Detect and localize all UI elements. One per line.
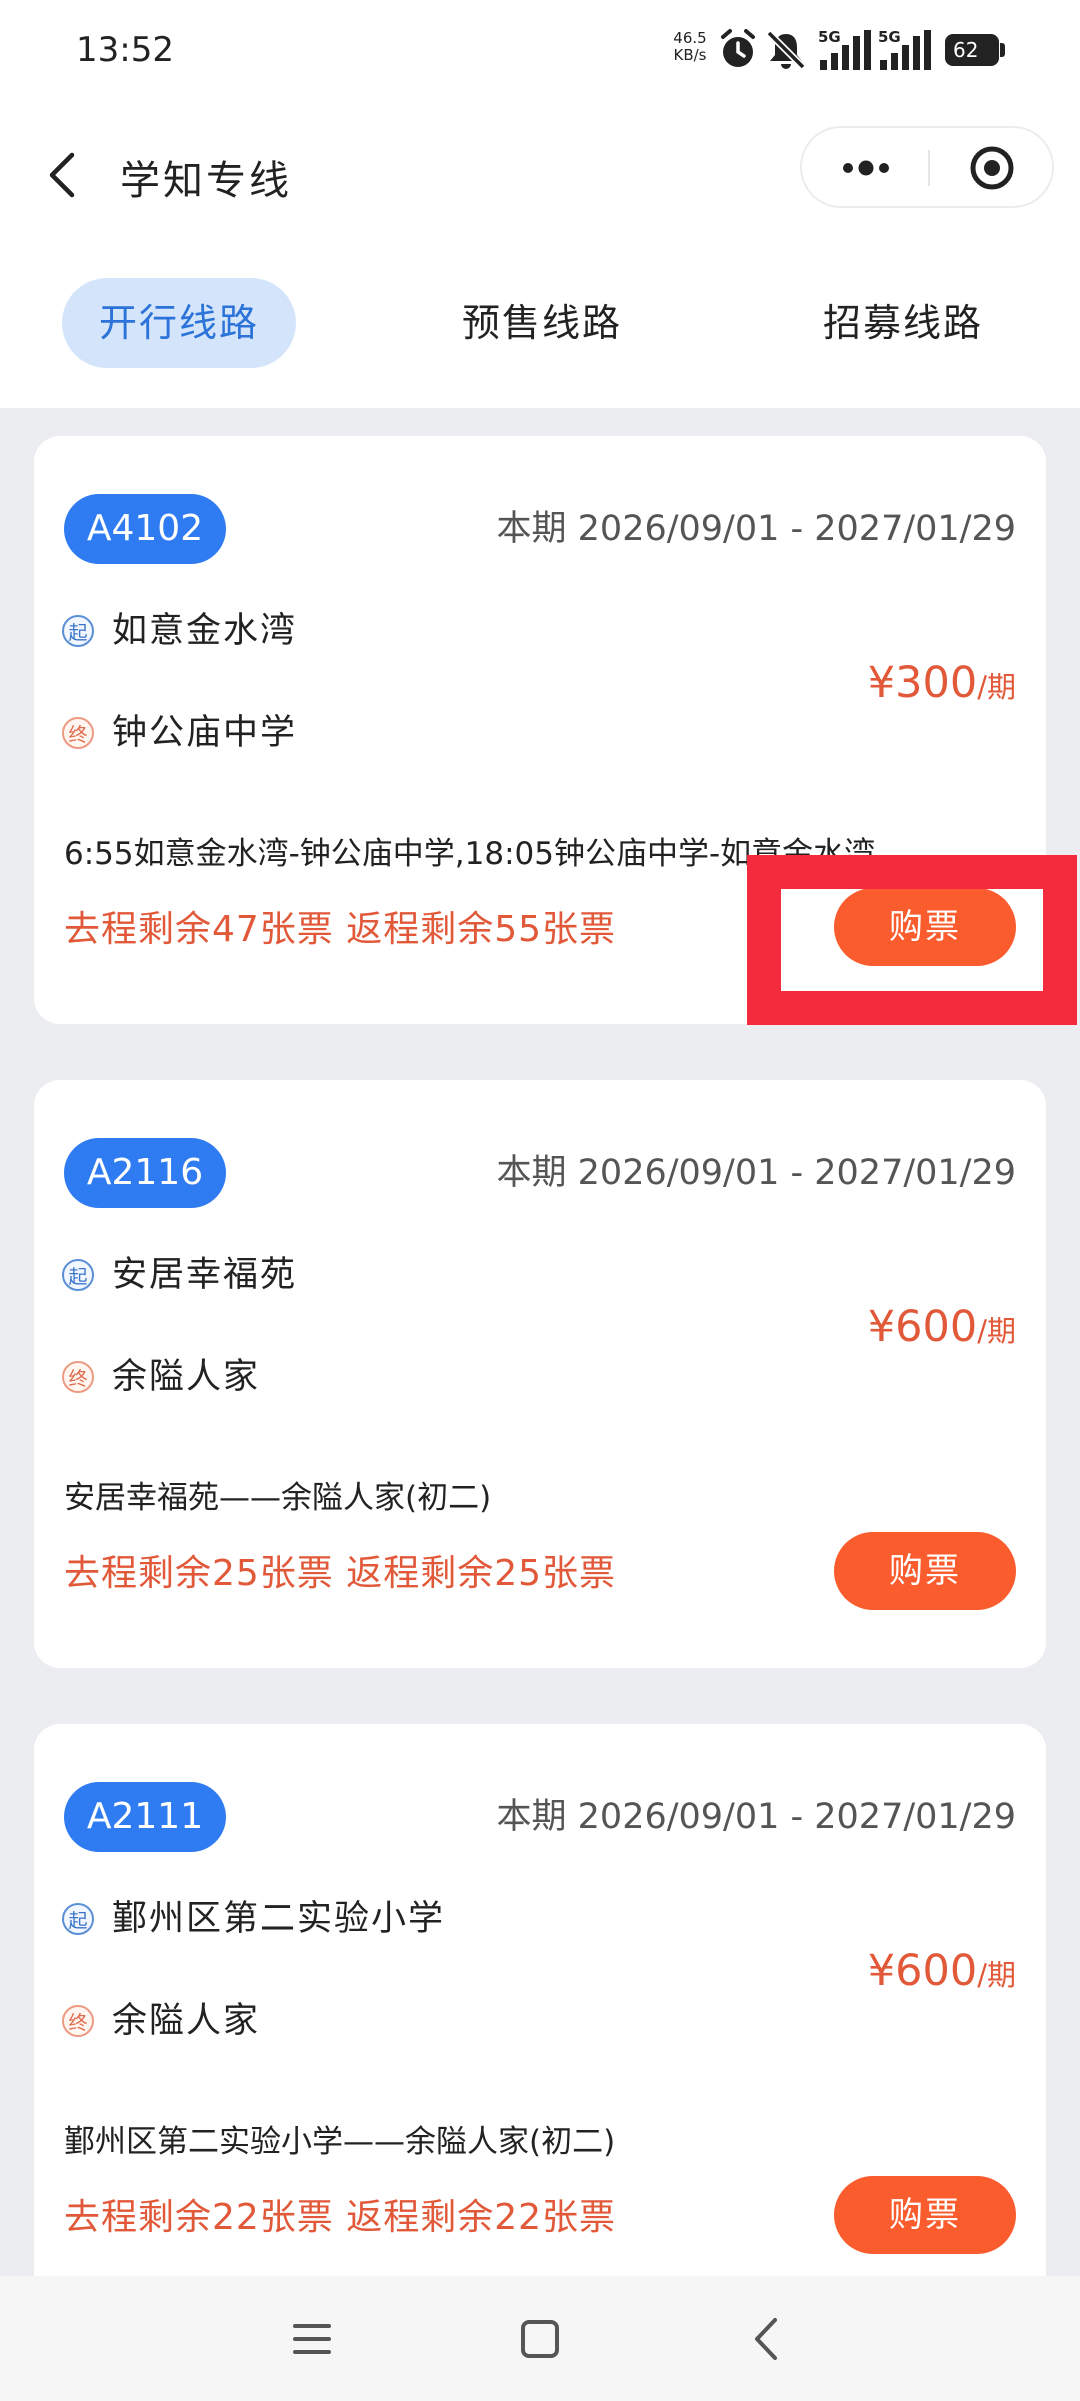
price-amount: ¥300 [867, 658, 978, 708]
end-tag-icon: 终 [62, 717, 94, 749]
remaining-tickets: 去程剩余22张票 返程剩余22张票 [64, 2197, 617, 2238]
route-description: 鄞州区第二实验小学——余隘人家(初二) [64, 2124, 616, 2160]
route-code-badge: A4102 [64, 494, 226, 564]
route-card: A2116 本期 2026/09/01 - 2027/01/29 起 安居幸福苑… [34, 1080, 1046, 1668]
route-card: A4102 本期 2026/09/01 - 2027/01/29 起 如意金水湾… [34, 436, 1046, 1024]
mute-vibrate-icon [766, 30, 806, 70]
home-icon[interactable] [515, 2314, 565, 2364]
price-amount: ¥600 [867, 1302, 978, 1352]
status-bar: 13:52 46.5 KB/s 5G 5G 62 [0, 0, 1080, 105]
back-icon[interactable] [743, 2314, 793, 2364]
start-tag-icon: 起 [62, 615, 94, 647]
top-panel: 13:52 46.5 KB/s 5G 5G 62 学知专线 开行线路 预售线路 … [0, 0, 1080, 408]
route-card: A2111 本期 2026/09/01 - 2027/01/29 起 鄞州区第二… [34, 1724, 1046, 2312]
buy-ticket-button[interactable]: 购票 [834, 2176, 1016, 2254]
remaining-tickets: 去程剩余25张票 返程剩余25张票 [64, 1553, 617, 1594]
price-unit: /期 [977, 1958, 1016, 1992]
system-nav-bar [0, 2276, 1080, 2401]
page-title: 学知专线 [120, 158, 292, 204]
price-amount: ¥600 [867, 1946, 978, 1996]
route-code-badge: A2116 [64, 1138, 226, 1208]
net-speed: 46.5 KB/s [668, 30, 712, 64]
signal-1-label: 5G [818, 28, 841, 46]
end-stop-name: 余隘人家 [112, 2001, 261, 2041]
route-price: ¥300/期 [868, 658, 1016, 708]
buy-ticket-button[interactable]: 购票 [834, 1532, 1016, 1610]
route-period: 本期 2026/09/01 - 2027/01/29 [496, 509, 1016, 549]
signal-2-label: 5G [878, 28, 901, 46]
battery-icon: 62 [945, 34, 999, 66]
battery-cap [1000, 43, 1005, 57]
remaining-tickets: 去程剩余47张票 返程剩余55张票 [64, 909, 617, 950]
more-icon[interactable] [838, 148, 894, 188]
price-unit: /期 [977, 1314, 1016, 1348]
target-icon[interactable] [968, 144, 1016, 192]
route-description: 6:55如意金水湾-钟公庙中学,18:05钟公庙中学-如意金水湾 [64, 836, 876, 872]
route-description: 安居幸福苑——余隘人家(初二) [64, 1480, 492, 1516]
route-period: 本期 2026/09/01 - 2027/01/29 [496, 1797, 1016, 1837]
buy-ticket-button[interactable]: 购票 [834, 888, 1016, 966]
start-tag-icon: 起 [62, 1259, 94, 1291]
tab-recruit-routes[interactable]: 招募线路 [786, 278, 1020, 368]
status-time: 13:52 [76, 30, 174, 70]
back-arrow-icon[interactable] [40, 147, 84, 203]
start-tag-icon: 起 [62, 1903, 94, 1935]
alarm-icon [721, 29, 755, 67]
end-stop-name: 钟公庙中学 [112, 713, 298, 753]
capsule-divider [928, 150, 930, 186]
route-period: 本期 2026/09/01 - 2027/01/29 [496, 1153, 1016, 1193]
route-price: ¥600/期 [868, 1946, 1016, 1996]
tab-presale-routes[interactable]: 预售线路 [425, 278, 659, 368]
screen: 13:52 46.5 KB/s 5G 5G 62 学知专线 开行线路 预售线路 … [0, 0, 1080, 2401]
menu-icon[interactable] [287, 2314, 337, 2364]
net-speed-unit: KB/s [673, 46, 707, 64]
end-tag-icon: 终 [62, 1361, 94, 1393]
mini-program-capsule [800, 126, 1054, 208]
route-price: ¥600/期 [868, 1302, 1016, 1352]
start-stop-name: 鄞州区第二实验小学 [112, 1899, 446, 1939]
price-unit: /期 [977, 670, 1016, 704]
end-stop-name: 余隘人家 [112, 1357, 261, 1397]
tab-open-routes[interactable]: 开行线路 [62, 278, 296, 368]
start-stop-name: 如意金水湾 [112, 611, 298, 651]
route-code-badge: A2111 [64, 1782, 226, 1852]
end-tag-icon: 终 [62, 2005, 94, 2037]
net-speed-value: 46.5 [673, 29, 707, 47]
start-stop-name: 安居幸福苑 [112, 1255, 298, 1295]
